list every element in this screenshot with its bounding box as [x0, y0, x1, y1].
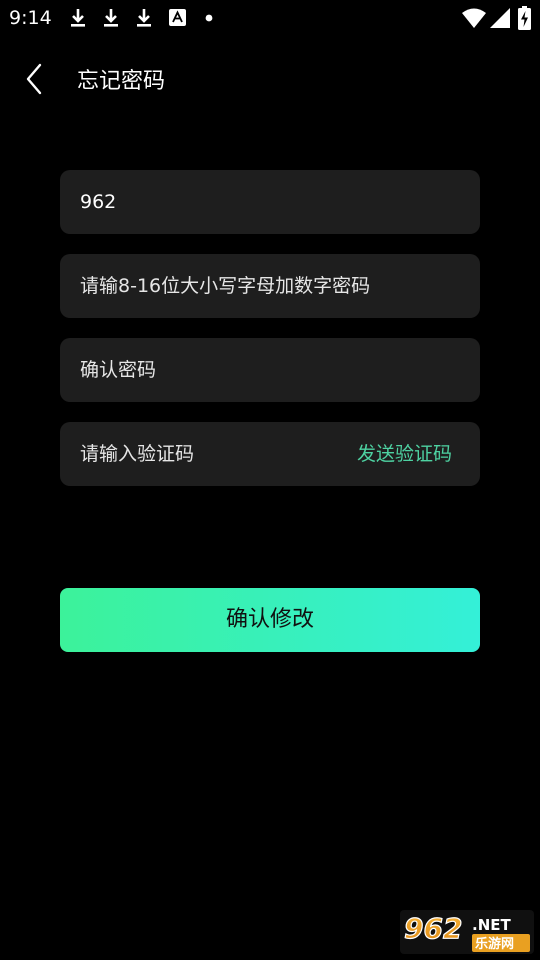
status-time: 9:14: [9, 7, 52, 29]
svg-text:962: 962: [404, 912, 462, 945]
font-app-icon: [169, 9, 186, 26]
back-button[interactable]: [14, 58, 54, 104]
svg-text:乐游网: 乐游网: [475, 936, 514, 952]
send-code-button[interactable]: 发送验证码: [357, 422, 452, 486]
chevron-left-icon: [24, 63, 44, 99]
status-bar: 9:14: [0, 0, 540, 36]
header: 忘记密码: [0, 50, 540, 112]
download-icon: [68, 7, 88, 29]
wifi-icon: [462, 8, 486, 28]
watermark-logo: 962 .NET 乐游网: [400, 908, 536, 956]
svg-text:.NET: .NET: [472, 916, 511, 934]
page-title: 忘记密码: [77, 69, 166, 94]
confirm-password-input[interactable]: [80, 338, 460, 402]
dot-icon: [205, 14, 213, 22]
phone-input[interactable]: [80, 170, 460, 234]
download-icon: [101, 7, 121, 29]
confirm-password-field-container: [60, 338, 480, 402]
password-field-container: [60, 254, 480, 318]
verification-code-field-container: 发送验证码: [60, 422, 480, 486]
download-icon: [134, 7, 154, 29]
signal-icon: [490, 8, 510, 28]
confirm-change-button[interactable]: 确认修改: [60, 588, 480, 652]
battery-charging-icon: [518, 6, 531, 30]
phone-field-container: [60, 170, 480, 234]
verification-code-input[interactable]: [80, 422, 330, 486]
password-input[interactable]: [80, 254, 460, 318]
